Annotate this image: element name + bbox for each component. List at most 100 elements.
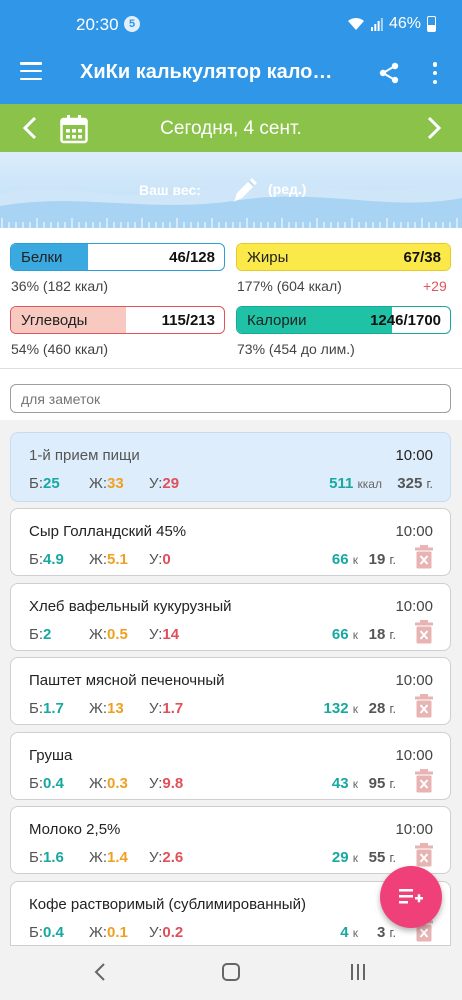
status-bar: 20:30 5 46% bbox=[0, 0, 462, 42]
food-time: 10:00 bbox=[395, 672, 433, 689]
food-protein: Б:2 bbox=[29, 625, 52, 643]
meal-fat: Ж:33 bbox=[89, 475, 124, 492]
food-item-card[interactable]: Сыр Голландский 45% 10:00 Б:4.9 Ж:5.1 У:… bbox=[10, 508, 451, 576]
food-kcal: 66 к bbox=[331, 551, 358, 568]
weight-panel[interactable]: Ваш вес: (ред.) bbox=[0, 152, 462, 228]
carbs-label: Углеводы bbox=[21, 312, 88, 329]
food-carbs: У:9.8 bbox=[149, 774, 184, 792]
meal-grams: 325 г. bbox=[397, 475, 433, 492]
food-fat: Ж:0.1 bbox=[89, 923, 128, 941]
calories-value: 1246/1700 bbox=[370, 312, 441, 329]
food-protein: Б:0.4 bbox=[29, 774, 64, 792]
current-date[interactable]: Сегодня, 4 сент. bbox=[0, 118, 462, 140]
meal-name: 1-й прием пищи bbox=[29, 447, 140, 464]
food-name: Груша bbox=[29, 746, 73, 764]
delete-icon[interactable] bbox=[415, 619, 433, 644]
food-item-card[interactable]: Хлеб вафельный кукурузный 10:00 Б:2 Ж:0.… bbox=[10, 582, 451, 651]
meal-carbs: У:29 bbox=[149, 475, 180, 492]
food-grams: 3 г. bbox=[376, 923, 396, 941]
meal-protein: Б:25 bbox=[29, 475, 60, 492]
food-protein: Б:4.9 bbox=[29, 551, 64, 568]
recent-apps-icon[interactable] bbox=[351, 964, 365, 980]
food-carbs: У:0 bbox=[149, 551, 171, 568]
food-protein: Б:1.7 bbox=[29, 700, 64, 717]
next-day-icon[interactable] bbox=[424, 115, 444, 141]
food-name: Молоко 2,5% bbox=[29, 821, 121, 838]
back-nav-icon[interactable] bbox=[92, 961, 108, 983]
share-icon[interactable] bbox=[378, 62, 400, 84]
food-fat: Ж:5.1 bbox=[89, 551, 128, 568]
food-kcal: 66 к bbox=[331, 625, 358, 643]
calories-bar[interactable]: Калории 1246/1700 bbox=[236, 306, 451, 334]
delete-icon[interactable] bbox=[415, 694, 433, 718]
fat-bar[interactable]: Жиры 67/38 bbox=[236, 243, 451, 271]
food-carbs: У:2.6 bbox=[149, 849, 184, 866]
food-grams: 19 г. bbox=[368, 551, 396, 568]
food-kcal: 132 к bbox=[323, 700, 358, 717]
meal-kcal: 511 ккал bbox=[329, 475, 382, 492]
status-right: 46% bbox=[347, 15, 436, 33]
weight-label: Ваш вес: bbox=[139, 182, 201, 198]
ruler-decoration bbox=[1, 218, 458, 228]
food-carbs: У:14 bbox=[149, 625, 180, 643]
meal-time: 10:00 bbox=[395, 447, 433, 464]
macros-panel: Белки 46/128 36% (182 ккал) Жиры 67/38 1… bbox=[0, 228, 462, 368]
fat-sub: 177% (604 ккал) bbox=[237, 278, 342, 294]
food-name: Кофе растворимый (сублимированный) bbox=[29, 895, 306, 913]
more-options-icon[interactable] bbox=[431, 62, 439, 84]
food-item-card[interactable]: Молоко 2,5% 10:00 Б:1.6 Ж:1.4 У:2.6 29 к… bbox=[10, 806, 451, 874]
delete-icon[interactable] bbox=[415, 545, 433, 569]
food-carbs: У:1.7 bbox=[149, 700, 184, 717]
signal-icon bbox=[370, 18, 383, 31]
add-list-icon bbox=[399, 889, 423, 904]
status-time: 20:30 bbox=[76, 15, 119, 34]
carbs-sub: 54% (460 ккал) bbox=[11, 341, 108, 357]
food-fat: Ж:0.3 bbox=[89, 774, 128, 792]
delete-icon[interactable] bbox=[415, 768, 433, 793]
food-fat: Ж:13 bbox=[89, 700, 124, 717]
protein-sub: 36% (182 ккал) bbox=[11, 278, 108, 294]
food-fat: Ж:1.4 bbox=[89, 849, 128, 866]
food-protein: Б:0.4 bbox=[29, 923, 64, 941]
food-protein: Б:1.6 bbox=[29, 849, 64, 866]
food-time: 10:00 bbox=[395, 821, 433, 838]
food-time: 10:00 bbox=[395, 597, 433, 615]
battery-percent: 46% bbox=[388, 15, 421, 32]
battery-icon bbox=[427, 16, 436, 32]
fat-value: 67/38 bbox=[403, 249, 441, 266]
protein-value: 46/128 bbox=[169, 249, 215, 266]
meal-header-card[interactable]: 1-й прием пищи 10:00 Б:25 Ж:33 У:29 511 … bbox=[10, 432, 451, 502]
calories-label: Калории bbox=[247, 312, 307, 329]
food-time: 10:00 bbox=[395, 746, 433, 764]
food-grams: 18 г. bbox=[368, 625, 396, 643]
calories-sub: 73% (454 до лим.) bbox=[237, 341, 355, 357]
notification-count-badge: 5 bbox=[124, 16, 140, 32]
fat-over: +29 bbox=[423, 278, 447, 294]
food-name: Хлеб вафельный кукурузный bbox=[29, 597, 232, 615]
app-bar: ХиКи калькулятор кало… bbox=[0, 42, 462, 104]
protein-bar[interactable]: Белки 46/128 bbox=[10, 243, 225, 271]
food-item-card[interactable]: Паштет мясной печеночный 10:00 Б:1.7 Ж:1… bbox=[10, 657, 451, 725]
date-bar: Сегодня, 4 сент. bbox=[0, 104, 462, 152]
food-kcal: 43 к bbox=[331, 774, 358, 792]
pencil-icon[interactable] bbox=[229, 174, 261, 206]
system-nav-bar bbox=[0, 946, 462, 1000]
carbs-bar[interactable]: Углеводы 115/213 bbox=[10, 306, 225, 334]
food-carbs: У:0.2 bbox=[149, 923, 184, 941]
food-kcal: 29 к bbox=[331, 849, 358, 866]
delete-icon[interactable] bbox=[415, 843, 433, 867]
carbs-value: 115/213 bbox=[161, 312, 215, 329]
add-food-button[interactable] bbox=[380, 866, 442, 928]
food-name: Сыр Голландский 45% bbox=[29, 523, 187, 540]
food-kcal: 4 к bbox=[340, 923, 358, 941]
protein-label: Белки bbox=[21, 249, 63, 266]
weight-edit-label[interactable]: (ред.) bbox=[268, 181, 306, 197]
notes-input[interactable] bbox=[10, 384, 451, 413]
menu-icon[interactable] bbox=[20, 62, 42, 80]
fat-label: Жиры bbox=[247, 249, 289, 266]
home-nav-icon[interactable] bbox=[222, 963, 240, 981]
wifi-icon bbox=[347, 17, 364, 30]
food-item-card[interactable]: Груша 10:00 Б:0.4 Ж:0.3 У:9.8 43 к 95 г. bbox=[10, 731, 451, 800]
notes-section bbox=[0, 368, 462, 420]
app-title: ХиКи калькулятор кало… bbox=[80, 61, 333, 83]
